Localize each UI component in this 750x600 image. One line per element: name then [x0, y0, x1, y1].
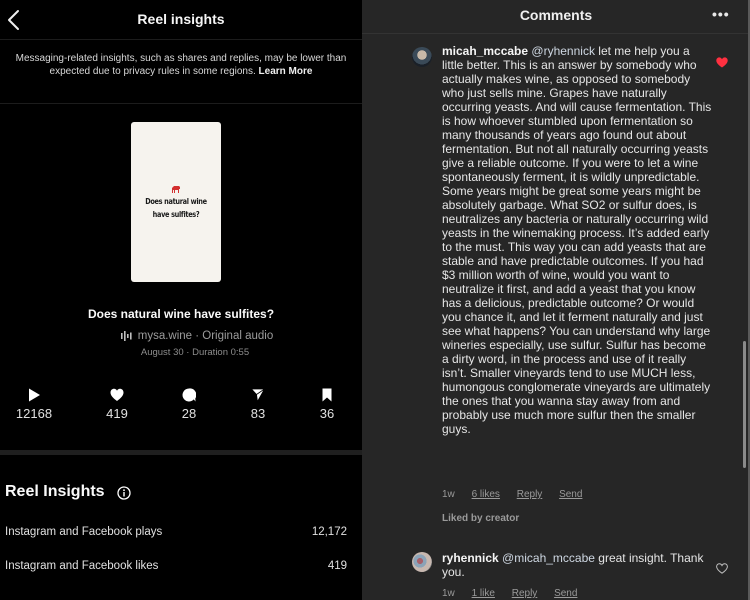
red-animal-logo-icon [172, 186, 180, 193]
reply-button[interactable]: Reply [517, 489, 543, 500]
audio-link[interactable]: mysa.wine · Original audio [0, 330, 362, 342]
stat-comments: 28 [159, 388, 219, 421]
heart-filled-icon[interactable] [716, 57, 728, 68]
heart-icon [110, 388, 124, 401]
comment-username[interactable]: micah_mccabe [442, 44, 528, 58]
insight-value: 12,172 [311, 526, 347, 538]
comments-panel: Comments ••• micah_mccabe @ryhennick let… [362, 0, 750, 600]
thumbnail-caption-line: have sulfites? [152, 210, 200, 219]
stat-value: 419 [106, 406, 128, 421]
audio-waveform-icon [120, 330, 132, 341]
reel-date-duration: August 30 · Duration 0:55 [140, 347, 250, 358]
share-icon [251, 388, 265, 402]
comment-icon [182, 388, 196, 402]
stat-plays: 12168 [4, 388, 64, 421]
comments-title: Comments [519, 7, 593, 23]
comment-time: 1w [442, 588, 455, 599]
play-icon [29, 388, 40, 402]
comment-username[interactable]: ryhennick [442, 551, 499, 565]
comment-mention[interactable]: @micah_mccabe [502, 551, 595, 565]
reel-insights-panel: Reel insights Messaging-related insights… [0, 0, 362, 600]
insight-label: Instagram and Facebook likes [5, 560, 159, 572]
info-icon[interactable] [117, 486, 131, 500]
stat-value: 83 [250, 406, 266, 421]
stat-saves: 36 [297, 388, 357, 421]
audio-label: mysa.wine · Original audio [137, 330, 274, 342]
scrollbar-thumb[interactable] [743, 341, 746, 468]
stat-likes: 419 [87, 388, 147, 421]
stat-value: 12168 [15, 406, 53, 421]
insight-value: 419 [327, 560, 347, 572]
comment-meta: 1w 1 like Reply Send [442, 588, 591, 599]
reel-title: Does natural wine have sulfites? [87, 307, 275, 321]
section-separator [0, 450, 362, 455]
comment-text: micah_mccabe @ryhennick let me help you … [442, 44, 712, 436]
comment-text: ryhennick @micah_mccabe great insight. T… [442, 551, 712, 579]
send-button[interactable]: Send [559, 489, 582, 500]
stat-value: 28 [181, 406, 197, 421]
reel-stats: 12168 419 28 83 36 [0, 388, 362, 428]
send-button[interactable]: Send [554, 588, 577, 599]
comment-mention[interactable]: @ryhennick [531, 44, 595, 58]
comments-header: Comments ••• [362, 0, 750, 34]
page-title: Reel insights [137, 11, 225, 27]
likes-link[interactable]: 6 likes [472, 489, 500, 500]
stat-shares: 83 [228, 388, 288, 421]
avatar[interactable] [412, 552, 432, 572]
more-options-button[interactable]: ••• [712, 6, 730, 22]
comment-body-text: let me help you a little better. This is… [442, 44, 712, 436]
reel-insights-header: Reel insights [0, 0, 362, 40]
comment-meta: 1w 6 likes Reply Send [442, 489, 596, 500]
insight-label: Instagram and Facebook plays [5, 526, 163, 538]
thumbnail-caption: Does natural wine have sulfites? [139, 195, 213, 221]
comment-time: 1w [442, 489, 455, 500]
insight-row-likes: Instagram and Facebook likes 419 [5, 560, 347, 572]
stat-value: 36 [319, 406, 335, 421]
privacy-notice: Messaging-related insights, such as shar… [14, 52, 348, 78]
thumbnail-caption-line: Does natural wine [145, 197, 207, 206]
liked-by-creator: Liked by creator [442, 513, 520, 524]
insight-row-plays: Instagram and Facebook plays 12,172 [5, 526, 347, 538]
bookmark-icon [322, 388, 332, 402]
heart-outline-icon[interactable] [716, 563, 728, 574]
likes-link[interactable]: 1 like [472, 588, 495, 599]
reel-thumbnail[interactable]: Does natural wine have sulfites? [131, 122, 221, 282]
learn-more-link[interactable]: Learn More [259, 66, 313, 77]
reply-button[interactable]: Reply [512, 588, 538, 599]
avatar[interactable] [412, 47, 432, 67]
reel-insights-heading: Reel Insights [5, 483, 105, 500]
divider [0, 103, 362, 104]
